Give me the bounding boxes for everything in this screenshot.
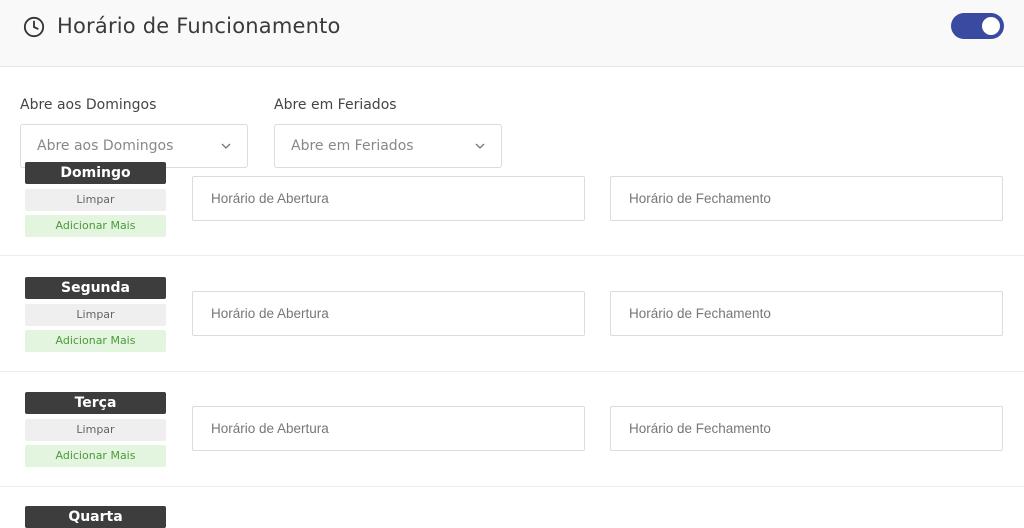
opening-time-input-domingo[interactable]: Horário de Abertura [192, 176, 585, 221]
clear-button-domingo[interactable]: Limpar [25, 189, 166, 211]
sundays-select-value: Abre aos Domingos [37, 138, 174, 154]
opening-time-input-segunda[interactable]: Horário de Abertura [192, 291, 585, 336]
section-title: Horário de Funcionamento [57, 14, 341, 38]
closing-time-input-segunda[interactable]: Horário de Fechamento [610, 291, 1003, 336]
toggle-knob [982, 17, 1000, 35]
business-hours-toggle[interactable] [951, 13, 1004, 39]
add-more-button-terca[interactable]: Adicionar Mais [25, 445, 166, 467]
day-label-domingo: Domingo [25, 162, 166, 184]
row-divider [0, 255, 1024, 256]
chevron-down-icon [221, 143, 231, 149]
holidays-select[interactable]: Abre em Feriados [274, 124, 502, 168]
day-label-terca: Terça [25, 392, 166, 414]
clock-icon [23, 16, 45, 38]
clear-button-terca[interactable]: Limpar [25, 419, 166, 441]
section-header: Horário de Funcionamento [0, 0, 1024, 67]
add-more-button-domingo[interactable]: Adicionar Mais [25, 215, 166, 237]
clear-button-segunda[interactable]: Limpar [25, 304, 166, 326]
add-more-button-segunda[interactable]: Adicionar Mais [25, 330, 166, 352]
chevron-down-icon [475, 143, 485, 149]
holidays-select-value: Abre em Feriados [291, 138, 414, 154]
sundays-label: Abre aos Domingos [20, 97, 157, 113]
day-label-segunda: Segunda [25, 277, 166, 299]
row-divider [0, 371, 1024, 372]
row-divider [0, 486, 1024, 487]
closing-time-input-domingo[interactable]: Horário de Fechamento [610, 176, 1003, 221]
closing-time-input-terca[interactable]: Horário de Fechamento [610, 406, 1003, 451]
holidays-label: Abre em Feriados [274, 97, 397, 113]
opening-time-input-terca[interactable]: Horário de Abertura [192, 406, 585, 451]
day-label-quarta: Quarta [25, 506, 166, 528]
